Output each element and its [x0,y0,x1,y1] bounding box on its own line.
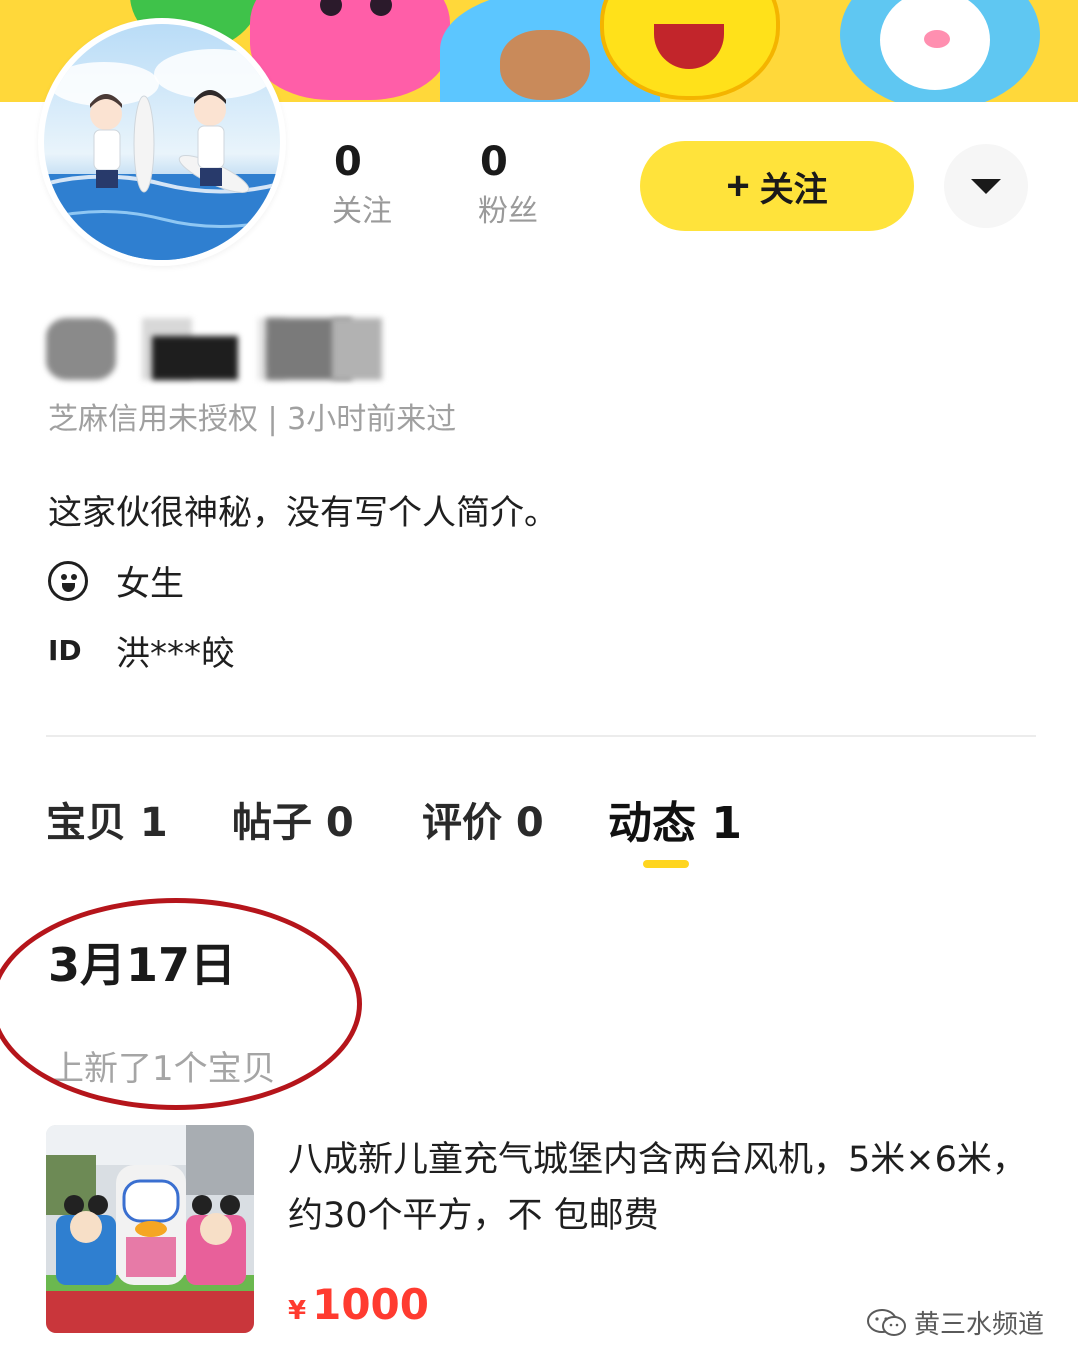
follow-button-label: 关注 [759,170,828,209]
more-options-button[interactable] [944,144,1028,228]
annotation-circle [0,898,362,1110]
follow-button[interactable]: + 关注 [640,141,914,231]
tab-items[interactable]: 宝贝 1 [46,790,168,848]
tab-activity[interactable]: 动态 1 [608,787,742,851]
tab-reviews[interactable]: 评价 0 [422,790,544,848]
banner-character-pink [250,0,450,100]
gender-row: 女生 [48,556,184,605]
id-value: 洪***皎 [116,634,235,674]
banner-character-cyan [840,0,1040,102]
smiley-icon [48,560,88,601]
following-stat[interactable]: 0 关注 [332,138,452,232]
item-thumbnail[interactable] [46,1125,254,1333]
active-tab-indicator [643,860,689,868]
dropdown-triangle-icon [971,178,1001,194]
id-label: ID [48,634,82,667]
divider [46,735,1036,737]
credit-status-text: 芝麻信用未授权 | 3小时前来过 [48,402,457,437]
watermark-text: 黄三水频道 [914,1310,1045,1340]
currency-symbol: ¥ [288,1296,307,1326]
price-value: 1000 [312,1280,429,1329]
watermark: 黄三水频道 [866,1304,1044,1341]
fans-label: 粉丝 [478,194,538,229]
wechat-icon [867,1308,906,1336]
item-price: ¥ 1000 [288,1280,429,1329]
username-blurred [46,318,382,380]
inflatable-castle-image [46,1125,254,1333]
following-label: 关注 [332,194,392,229]
banner-character-brown [500,30,590,100]
gender-text: 女生 [116,564,184,604]
following-count: 0 [334,139,362,185]
id-row: ID 洪***皎 [48,626,235,675]
bio-text: 这家伙很神秘，没有写个人简介。 [48,493,558,533]
fans-count: 0 [480,139,508,185]
tab-posts[interactable]: 帖子 0 [232,790,354,848]
plus-icon: + [726,164,750,208]
item-title[interactable]: 八成新儿童充气城堡内含两台风机，5米×6米，约30个平方，不 包邮费 [288,1132,1048,1244]
avatar[interactable] [38,18,286,266]
avatar-illustration [44,24,280,260]
fans-stat[interactable]: 0 粉丝 [478,138,598,232]
